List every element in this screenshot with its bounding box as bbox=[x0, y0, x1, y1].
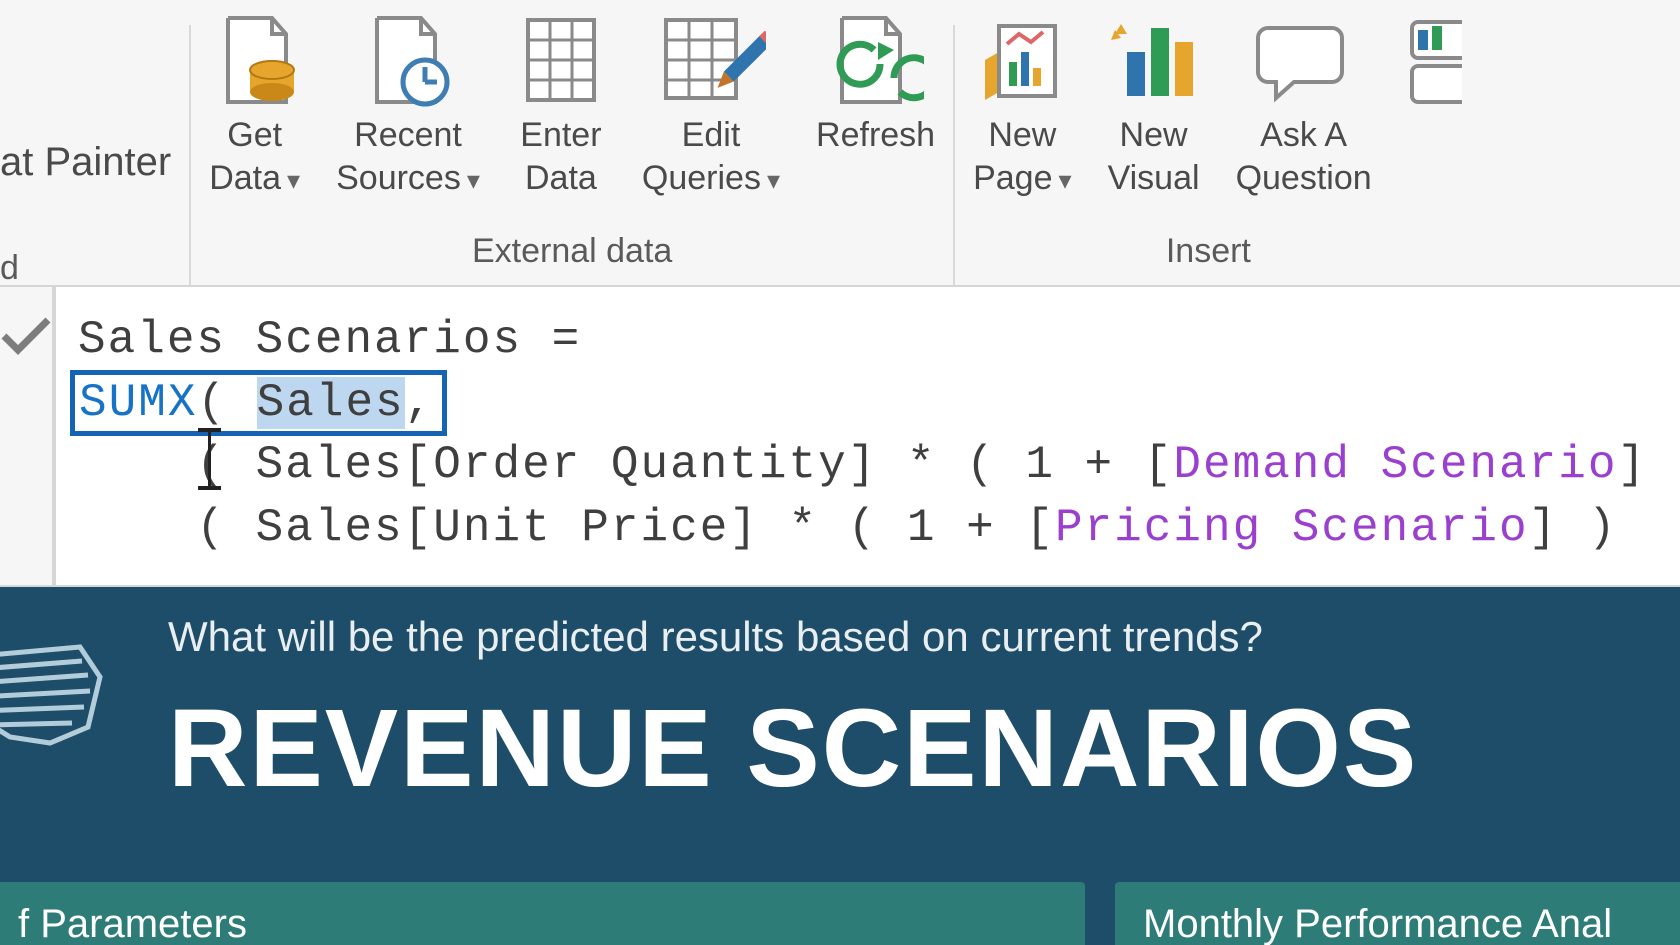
sales-table-ref: Sales bbox=[257, 377, 405, 429]
new-visual-icon bbox=[1109, 6, 1199, 114]
get-data-label: Get Data▾ bbox=[209, 114, 300, 199]
report-canvas[interactable]: What will be the predicted results based… bbox=[0, 587, 1680, 945]
insert-group: New Page▾ New Visual bbox=[955, 12, 1462, 285]
measure-name: Sales Scenarios bbox=[78, 314, 522, 366]
sumx-function: SUMX bbox=[79, 377, 197, 429]
recent-sources-label: Recent Sources▾ bbox=[336, 114, 480, 199]
formula-highlight-box: SUMX( Sales, bbox=[70, 370, 447, 436]
refresh-label: Refresh bbox=[816, 114, 935, 157]
formula-editor[interactable]: Sales Scenarios = SUMX( Sales, ( Sales[O… bbox=[56, 287, 1680, 585]
insert-group-label: Insert bbox=[955, 226, 1462, 285]
new-visual-button[interactable]: New Visual bbox=[1090, 12, 1218, 226]
ask-a-question-button[interactable]: Ask A Question bbox=[1218, 12, 1390, 226]
new-page-label: New Page▾ bbox=[973, 114, 1071, 199]
formula-bar: Sales Scenarios = SUMX( Sales, ( Sales[O… bbox=[0, 285, 1680, 587]
buttons-button-fragment[interactable] bbox=[1390, 12, 1462, 226]
us-map-icon bbox=[0, 617, 110, 767]
get-data-button[interactable]: Get Data▾ bbox=[191, 12, 318, 226]
buttons-icon-fragment bbox=[1408, 6, 1462, 114]
monthly-performance-card-title: Monthly Performance Anal bbox=[1143, 902, 1612, 945]
edit-queries-icon bbox=[656, 6, 766, 114]
formula-commit-button[interactable] bbox=[0, 287, 54, 585]
external-data-group-label: External data bbox=[191, 226, 953, 285]
refresh-button[interactable]: Refresh bbox=[798, 12, 953, 226]
new-page-icon bbox=[977, 6, 1067, 114]
enter-data-button[interactable]: Enter Data bbox=[498, 12, 624, 226]
recent-sources-button[interactable]: Recent Sources▾ bbox=[318, 12, 498, 226]
format-painter-fragment[interactable]: at Painter bbox=[0, 0, 171, 185]
enter-data-label: Enter Data bbox=[520, 114, 601, 199]
parameters-card-fragment[interactable]: f Parameters bbox=[0, 882, 1085, 945]
demand-scenario-measure: Demand Scenario bbox=[1173, 439, 1617, 491]
ribbon-toolbar: at Painter d Get Data▾ bbox=[0, 0, 1680, 285]
new-visual-label: New Visual bbox=[1108, 114, 1200, 199]
external-data-group: Get Data▾ Recent Sources▾ bbox=[191, 12, 953, 285]
checkmark-icon bbox=[0, 316, 52, 356]
get-data-icon bbox=[210, 6, 300, 114]
report-title: REVENUE SCENARIOS bbox=[168, 685, 1418, 812]
ask-question-icon bbox=[1254, 6, 1354, 114]
edit-queries-label: Edit Queries▾ bbox=[642, 114, 780, 199]
recent-sources-icon bbox=[363, 6, 453, 114]
ask-question-label: Ask A Question bbox=[1236, 114, 1372, 199]
refresh-icon bbox=[828, 6, 924, 114]
report-subtitle: What will be the predicted results based… bbox=[168, 613, 1263, 661]
clipboard-group-fragment: d bbox=[0, 185, 171, 288]
new-page-button[interactable]: New Page▾ bbox=[955, 12, 1089, 226]
pricing-scenario-measure: Pricing Scenario bbox=[1055, 502, 1529, 554]
monthly-performance-card-fragment[interactable]: Monthly Performance Anal bbox=[1115, 882, 1680, 945]
ribbon-left-fragment: at Painter d bbox=[0, 0, 189, 285]
edit-queries-button[interactable]: Edit Queries▾ bbox=[624, 12, 798, 226]
parameters-card-title: f Parameters bbox=[18, 902, 247, 945]
report-cards-row: f Parameters Monthly Performance Anal bbox=[0, 882, 1680, 945]
enter-data-icon bbox=[516, 6, 606, 114]
